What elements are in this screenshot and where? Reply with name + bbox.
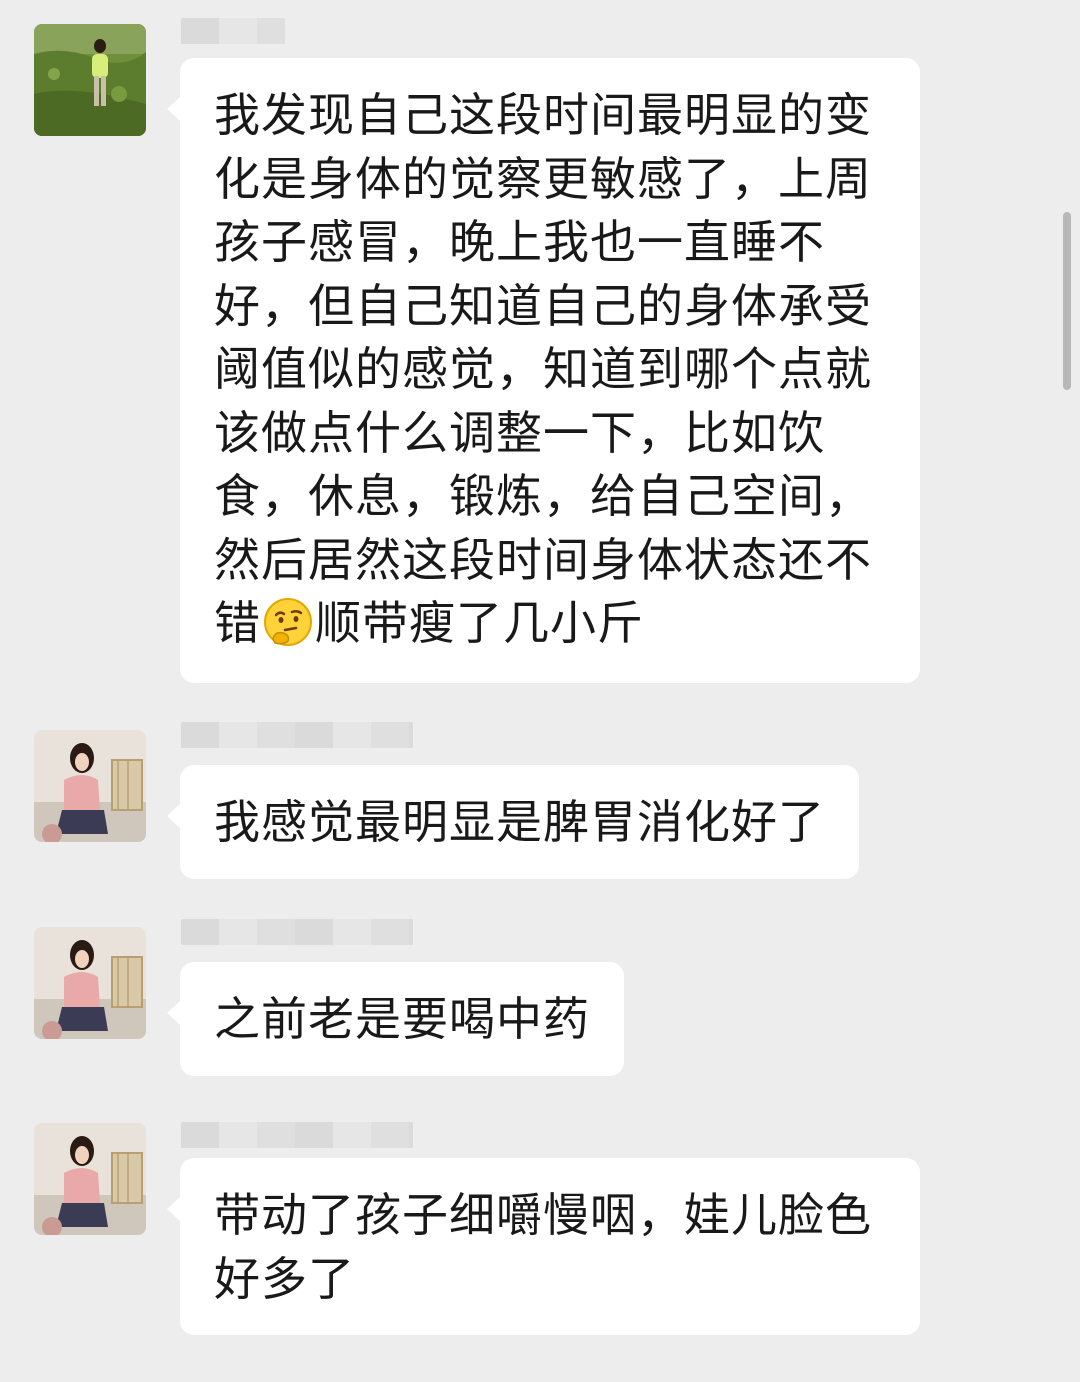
avatar[interactable] — [34, 730, 146, 842]
scrollbar-thumb[interactable] — [1063, 212, 1071, 390]
blurred-name — [181, 919, 413, 945]
blurred-name — [181, 1122, 413, 1148]
message-line: 好，但自己知道自己的身体承受 — [214, 278, 872, 333]
message-line: 顺带瘦了几小斤 — [315, 596, 644, 650]
blurred-name — [181, 722, 413, 748]
sender-name — [181, 915, 413, 949]
message-bubble[interactable]: 我发现自己这段时间最明显的变 化是身体的觉察更敏感了，上周 孩子感冒，晚上我也一… — [167, 58, 920, 683]
message-line: 错 — [214, 596, 261, 650]
message-text: 带动了孩子细嚼慢咽，娃儿脸色 好多了 — [214, 1188, 872, 1306]
message-text: 我感觉最明显是脾胃消化好了 — [214, 795, 825, 849]
message-bubble[interactable]: 带动了孩子细嚼慢咽，娃儿脸色 好多了 — [167, 1158, 920, 1335]
chat-message-list[interactable]: 我发现自己这段时间最明显的变 化是身体的觉察更敏感了，上周 孩子感冒，晚上我也一… — [0, 0, 1080, 1382]
message-bubble[interactable]: 我感觉最明显是脾胃消化好了 — [167, 765, 859, 879]
message-line: 孩子感冒，晚上我也一直睡不 — [214, 215, 825, 269]
avatar[interactable] — [34, 927, 146, 1039]
sender-name — [181, 14, 285, 48]
message-line: 我发现自己这段时间最明显的变 — [214, 88, 872, 142]
avatar-photo-green-field — [34, 24, 146, 136]
blurred-name — [181, 18, 285, 44]
message-line: 然后居然这段时间身体状态还不 — [214, 532, 872, 587]
message-text: 之前老是要喝中药 — [214, 992, 590, 1046]
message-line: 化是身体的觉察更敏感了，上周 — [214, 151, 872, 206]
avatar-photo-woman — [34, 927, 146, 1039]
avatar-photo-woman — [34, 1123, 146, 1235]
thinking-face-icon — [264, 598, 312, 646]
avatar[interactable] — [34, 24, 146, 136]
sender-name — [181, 718, 413, 752]
message-line: 阈值似的感觉，知道到哪个点就 — [214, 342, 872, 396]
avatar-photo-woman — [34, 730, 146, 842]
message-bubble[interactable]: 之前老是要喝中药 — [167, 962, 624, 1076]
message-line: 食，休息，锻炼，给自己空间， — [214, 469, 872, 523]
sender-name — [181, 1118, 413, 1152]
message-line: 该做点什么调整一下，比如饮 — [214, 405, 825, 460]
avatar[interactable] — [34, 1123, 146, 1235]
